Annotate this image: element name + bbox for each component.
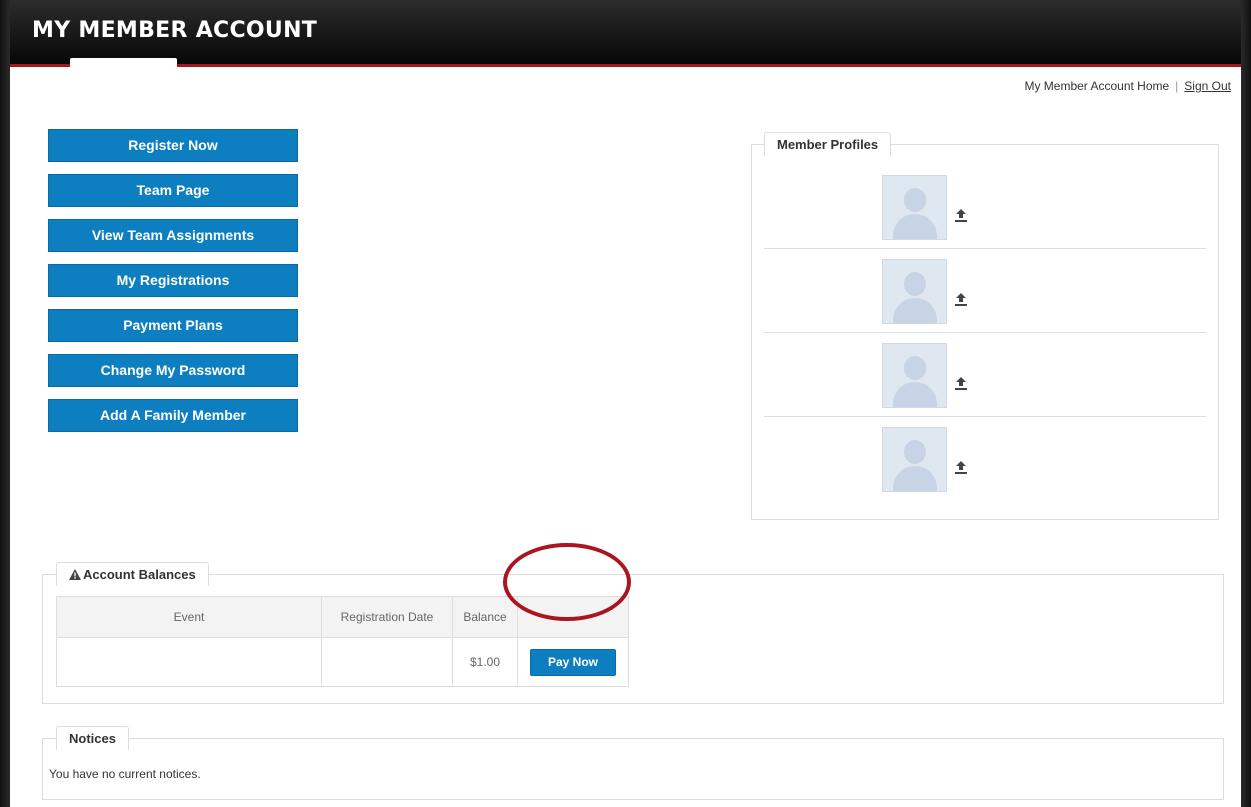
sign-out-link[interactable]: Sign Out xyxy=(1184,79,1231,93)
column-header-balance: Balance xyxy=(452,596,518,638)
team-page-button[interactable]: Team Page xyxy=(48,174,298,207)
notices-legend: Notices xyxy=(56,726,129,750)
account-menu: Register Now Team Page View Team Assignm… xyxy=(48,129,298,444)
table-header-row: Event Registration Date Balance xyxy=(56,596,629,638)
account-balances-panel: Account Balances Event Registration Date… xyxy=(42,562,1224,704)
account-balances-legend: Account Balances xyxy=(56,562,209,586)
window-frame-right xyxy=(1241,0,1251,807)
avatar[interactable] xyxy=(882,259,947,324)
column-header-action xyxy=(517,596,629,638)
my-registrations-button[interactable]: My Registrations xyxy=(48,264,298,297)
member-profile-row xyxy=(764,166,1206,249)
member-profiles-legend: Member Profiles xyxy=(764,132,892,156)
window-frame-left xyxy=(0,0,10,807)
action-cell: Pay Now xyxy=(517,637,629,687)
notices-message: You have no current notices. xyxy=(49,767,201,781)
account-balances-legend-text: Account Balances xyxy=(83,567,196,582)
column-header-registration-date: Registration Date xyxy=(321,596,453,638)
registration-date-cell xyxy=(321,637,453,687)
page-title: MY MEMBER ACCOUNT xyxy=(32,18,318,43)
balances-table: Event Registration Date Balance $1.00 Pa… xyxy=(56,596,629,687)
main-content: My Member Account Home | Sign Out Register… xyxy=(10,67,1241,807)
top-links: My Member Account Home | Sign Out xyxy=(1024,79,1231,93)
view-team-assignments-button[interactable]: View Team Assignments xyxy=(48,219,298,252)
table-row: $1.00 Pay Now xyxy=(56,637,629,687)
avatar[interactable] xyxy=(882,427,947,492)
member-profiles-panel: Member Profiles xyxy=(751,132,1219,520)
member-account-home-link[interactable]: My Member Account Home xyxy=(1024,79,1169,93)
avatar[interactable] xyxy=(882,343,947,408)
member-profile-row xyxy=(764,418,1206,500)
notices-panel: Notices You have no current notices. xyxy=(42,726,1224,800)
change-password-button[interactable]: Change My Password xyxy=(48,354,298,387)
register-now-button[interactable]: Register Now xyxy=(48,129,298,162)
avatar[interactable] xyxy=(882,175,947,240)
upload-icon[interactable] xyxy=(952,206,970,224)
column-header-event: Event xyxy=(56,596,322,638)
pay-now-button[interactable]: Pay Now xyxy=(530,648,616,676)
payment-plans-button[interactable]: Payment Plans xyxy=(48,309,298,342)
warning-icon xyxy=(69,569,81,580)
upload-icon[interactable] xyxy=(952,458,970,476)
link-separator: | xyxy=(1175,79,1179,93)
add-family-member-button[interactable]: Add A Family Member xyxy=(48,399,298,432)
balance-cell: $1.00 xyxy=(452,637,518,687)
header-tab-indicator xyxy=(70,58,177,67)
upload-icon[interactable] xyxy=(952,290,970,308)
member-profile-row xyxy=(764,250,1206,333)
page-header: MY MEMBER ACCOUNT xyxy=(10,0,1241,67)
upload-icon[interactable] xyxy=(952,374,970,392)
event-cell xyxy=(56,637,322,687)
member-profile-row xyxy=(764,334,1206,417)
